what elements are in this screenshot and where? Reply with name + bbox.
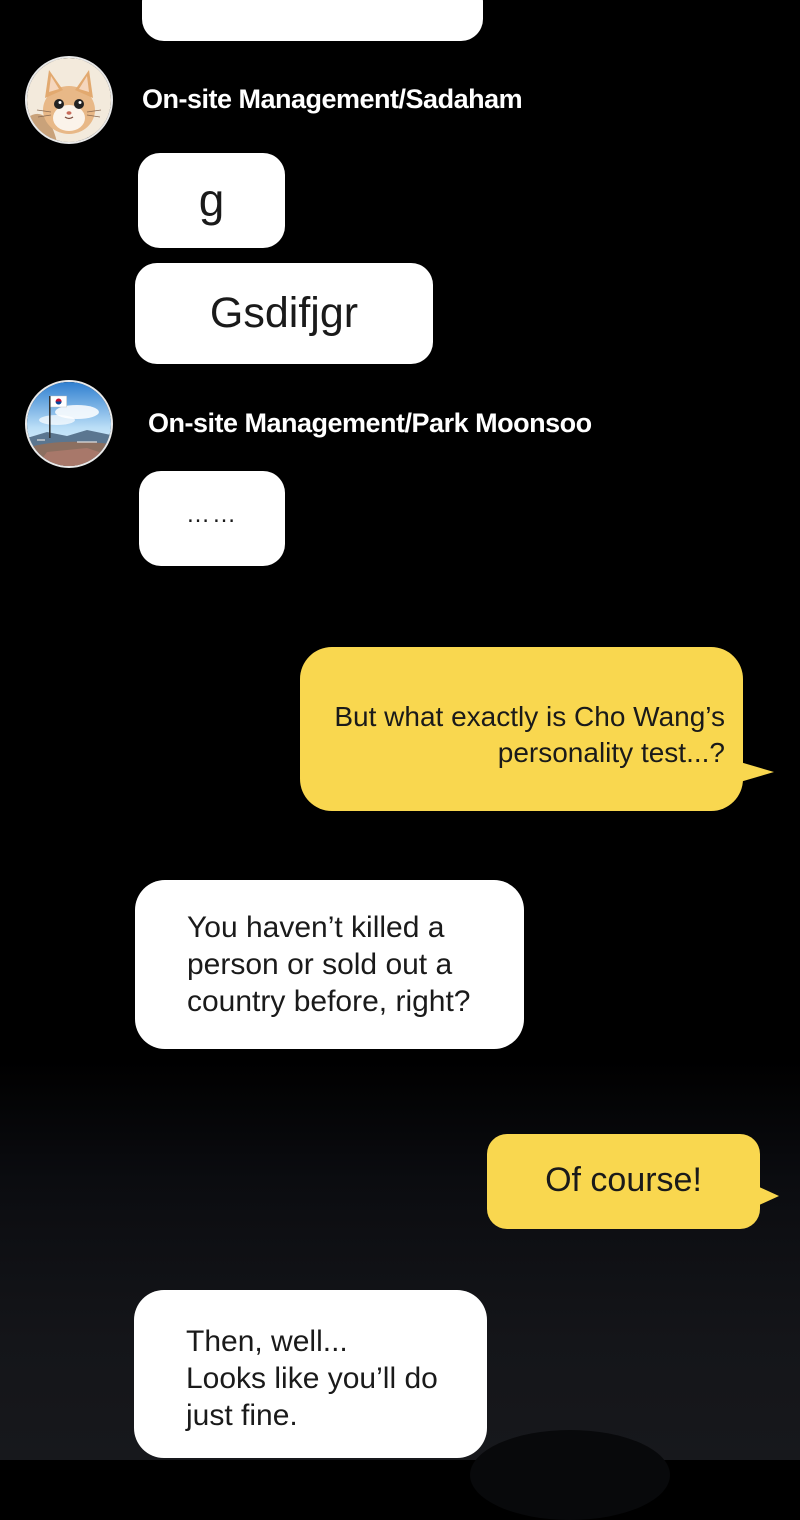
bubble-tail xyxy=(757,1186,779,1206)
sender-name: On-site Management/Park Moonsoo xyxy=(148,408,592,438)
mountain-flag-avatar[interactable] xyxy=(25,380,113,468)
message-bubble-incoming: Then, well... Looks like you’ll do just … xyxy=(134,1290,487,1458)
message-bubble-incoming: You haven’t killed a person or sold out … xyxy=(135,880,524,1049)
message-bubble-cut-off xyxy=(142,0,483,41)
bubble-tail xyxy=(740,762,774,782)
message-bubble-outgoing: Of course! xyxy=(487,1134,760,1229)
sender-name: On-site Management/Sadaham xyxy=(142,84,523,114)
message-bubble-outgoing: But what exactly is Cho Wang’s personali… xyxy=(300,647,743,811)
cat-avatar[interactable] xyxy=(25,56,113,144)
message-bubble-incoming: Gsdifjgr xyxy=(135,263,433,364)
message-bubble-incoming: …… xyxy=(139,471,285,566)
background-shadow-shape xyxy=(470,1430,670,1520)
message-bubble-incoming: g xyxy=(138,153,285,248)
